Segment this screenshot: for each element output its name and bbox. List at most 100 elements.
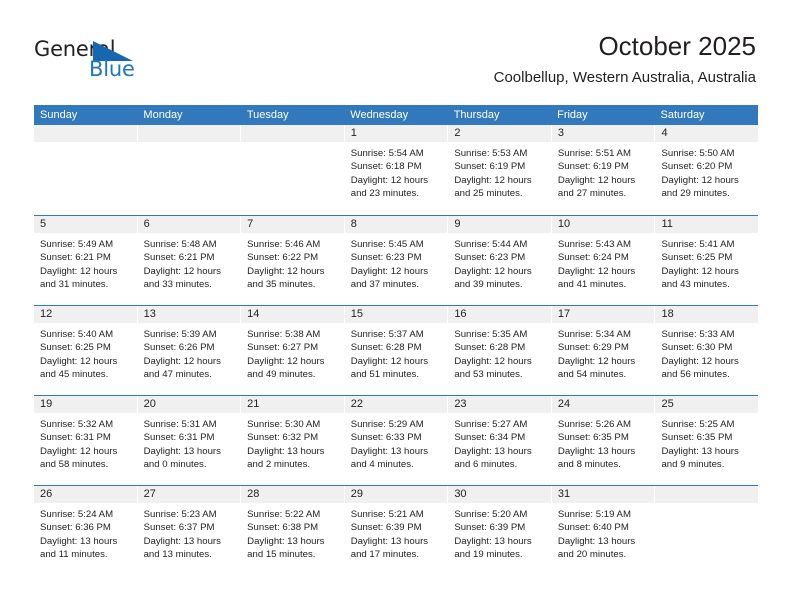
calendar-day-cell[interactable]: 7 Sunrise: 5:46 AM Sunset: 6:22 PM Daylight… bbox=[241, 216, 345, 305]
calendar-day-cell[interactable]: 19 Sunrise: 5:32 AM Sunset: 6:31 PM Dayligh… bbox=[34, 396, 138, 485]
calendar-day-cell[interactable]: 13 Sunrise: 5:39 AM Sunset: 6:26 PM Dayligh… bbox=[137, 306, 242, 395]
sunrise-text: Sunrise: 5:20 AM bbox=[454, 509, 528, 520]
day-number: 23 bbox=[448, 396, 551, 413]
sunset-text: Sunset: 6:39 PM bbox=[350, 522, 422, 534]
calendar-day-cell[interactable]: 16 Sunrise: 5:35 AM Sunset: 6:28 PM Dayligh… bbox=[448, 306, 552, 395]
day-number: 31 bbox=[551, 486, 655, 503]
daylight-text-line1: Daylight: 13 hours bbox=[247, 535, 325, 547]
weekday-header-thursday: Thursday bbox=[453, 109, 500, 121]
day-sun-info: Sunrise: 5:21 AM Sunset: 6:39 PM Daylight:… bbox=[345, 503, 448, 562]
calendar-day-cell[interactable]: 25 Sunrise: 5:25 AM Sunset: 6:35 PM Dayligh… bbox=[655, 396, 759, 485]
sunset-text: Sunset: 6:20 PM bbox=[661, 161, 733, 173]
sunset-text: Sunset: 6:33 PM bbox=[350, 432, 422, 444]
sunset-text: Sunset: 6:38 PM bbox=[247, 522, 319, 534]
calendar-day-cell[interactable]: 3 Sunrise: 5:51 AM Sunset: 6:19 PM Daylight… bbox=[551, 125, 656, 215]
calendar-day-cell[interactable]: 2 Sunrise: 5:53 AM Sunset: 6:19 PM Daylight… bbox=[448, 125, 552, 215]
calendar-day-cell[interactable]: 31 Sunrise: 5:19 AM Sunset: 6:40 PM Dayligh… bbox=[551, 486, 656, 575]
daylight-text-line2: and 20 minutes. bbox=[557, 549, 627, 561]
day-number: 17 bbox=[551, 306, 655, 323]
day-number: 20 bbox=[137, 396, 241, 413]
sunrise-text: Sunrise: 5:40 AM bbox=[40, 329, 114, 340]
calendar-day-cell[interactable]: 24 Sunrise: 5:26 AM Sunset: 6:35 PM Dayligh… bbox=[551, 396, 656, 485]
calendar-day-cell[interactable]: 23 Sunrise: 5:27 AM Sunset: 6:34 PM Dayligh… bbox=[448, 396, 552, 485]
daylight-text-line1: Daylight: 12 hours bbox=[557, 265, 636, 277]
sunrise-text: Sunrise: 5:30 AM bbox=[247, 419, 321, 430]
logo-text-blue: Blue bbox=[89, 57, 135, 81]
daylight-text-line2: and 49 minutes. bbox=[247, 369, 316, 381]
sunrise-text: Sunrise: 5:29 AM bbox=[350, 419, 424, 430]
day-number bbox=[34, 125, 137, 142]
title-block: October 2025 Coolbellup, Western Austral… bbox=[494, 30, 756, 88]
calendar-day-cell[interactable]: 29 Sunrise: 5:21 AM Sunset: 6:39 PM Dayligh… bbox=[344, 486, 449, 575]
calendar-day-cell-empty bbox=[241, 125, 345, 215]
calendar-day-cell[interactable]: 17 Sunrise: 5:34 AM Sunset: 6:29 PM Dayligh… bbox=[551, 306, 656, 395]
sunset-text: Sunset: 6:26 PM bbox=[143, 342, 215, 354]
calendar-day-cell[interactable]: 21 Sunrise: 5:30 AM Sunset: 6:32 PM Dayligh… bbox=[241, 396, 345, 485]
sunset-text: Sunset: 6:28 PM bbox=[350, 342, 422, 354]
calendar-day-cell[interactable]: 15 Sunrise: 5:37 AM Sunset: 6:28 PM Dayligh… bbox=[344, 306, 449, 395]
sunrise-text: Sunrise: 5:26 AM bbox=[557, 419, 631, 430]
sunrise-text: Sunrise: 5:49 AM bbox=[40, 239, 114, 250]
calendar-day-cell[interactable]: 12 Sunrise: 5:40 AM Sunset: 6:25 PM Dayligh… bbox=[34, 306, 138, 395]
calendar-day-cell[interactable]: 14 Sunrise: 5:38 AM Sunset: 6:27 PM Dayligh… bbox=[241, 306, 345, 395]
daylight-text-line2: and 9 minutes. bbox=[661, 459, 725, 471]
calendar-day-cell[interactable]: 1 Sunrise: 5:54 AM Sunset: 6:18 PM Daylight… bbox=[344, 125, 449, 215]
sunrise-text: Sunrise: 5:32 AM bbox=[40, 419, 114, 430]
calendar-day-cell[interactable]: 18 Sunrise: 5:33 AM Sunset: 6:30 PM Dayligh… bbox=[655, 306, 759, 395]
daylight-text-line2: and 8 minutes. bbox=[557, 459, 621, 471]
sunrise-text: Sunrise: 5:33 AM bbox=[661, 329, 735, 340]
day-number: 21 bbox=[241, 396, 344, 413]
daylight-text-line2: and 13 minutes. bbox=[143, 549, 212, 561]
calendar-day-cell[interactable]: 11 Sunrise: 5:41 AM Sunset: 6:25 PM Dayligh… bbox=[655, 216, 759, 305]
sunrise-text: Sunrise: 5:31 AM bbox=[143, 419, 217, 430]
day-sun-info: Sunrise: 5:33 AM Sunset: 6:30 PM Daylight:… bbox=[655, 323, 758, 382]
calendar-day-cell[interactable]: 22 Sunrise: 5:29 AM Sunset: 6:33 PM Dayligh… bbox=[344, 396, 449, 485]
daylight-text-line1: Daylight: 12 hours bbox=[40, 265, 118, 277]
daylight-text-line2: and 35 minutes. bbox=[247, 279, 316, 291]
day-sun-info: Sunrise: 5:45 AM Sunset: 6:23 PM Daylight:… bbox=[345, 233, 448, 292]
sunset-text: Sunset: 6:29 PM bbox=[557, 342, 629, 354]
daylight-text-line1: Daylight: 12 hours bbox=[661, 265, 739, 277]
calendar-day-cell-empty bbox=[655, 486, 759, 575]
calendar-day-cell[interactable]: 8 Sunrise: 5:45 AM Sunset: 6:23 PM Daylight… bbox=[344, 216, 449, 305]
day-number: 2 bbox=[448, 125, 551, 142]
sunset-text: Sunset: 6:19 PM bbox=[454, 161, 526, 173]
calendar-week-row: 26 Sunrise: 5:24 AM Sunset: 6:36 PM Dayligh… bbox=[34, 485, 759, 575]
calendar-week-row: 19 Sunrise: 5:32 AM Sunset: 6:31 PM Dayligh… bbox=[34, 395, 759, 485]
sunset-text: Sunset: 6:36 PM bbox=[40, 522, 111, 534]
day-number: 4 bbox=[655, 125, 759, 142]
calendar-day-cell[interactable]: 26 Sunrise: 5:24 AM Sunset: 6:36 PM Dayligh… bbox=[34, 486, 138, 575]
daylight-text-line1: Daylight: 13 hours bbox=[350, 535, 429, 547]
day-number: 24 bbox=[551, 396, 655, 413]
calendar-day-cell[interactable]: 5 Sunrise: 5:49 AM Sunset: 6:21 PM Daylight… bbox=[34, 216, 138, 305]
sunset-text: Sunset: 6:39 PM bbox=[454, 522, 526, 534]
daylight-text-line1: Daylight: 12 hours bbox=[247, 265, 325, 277]
calendar-day-cell[interactable]: 20 Sunrise: 5:31 AM Sunset: 6:31 PM Dayligh… bbox=[137, 396, 242, 485]
sunset-text: Sunset: 6:22 PM bbox=[247, 252, 319, 264]
calendar-day-cell[interactable]: 30 Sunrise: 5:20 AM Sunset: 6:39 PM Dayligh… bbox=[448, 486, 552, 575]
sunrise-text: Sunrise: 5:54 AM bbox=[350, 148, 424, 159]
sunset-text: Sunset: 6:32 PM bbox=[247, 432, 319, 444]
calendar-day-cell[interactable]: 4 Sunrise: 5:50 AM Sunset: 6:20 PM Daylight… bbox=[655, 125, 759, 215]
daylight-text-line2: and 25 minutes. bbox=[454, 188, 523, 200]
calendar-day-cell[interactable]: 28 Sunrise: 5:22 AM Sunset: 6:38 PM Dayligh… bbox=[241, 486, 345, 575]
calendar-day-cell[interactable]: 6 Sunrise: 5:48 AM Sunset: 6:21 PM Daylight… bbox=[137, 216, 242, 305]
day-number: 1 bbox=[344, 125, 448, 142]
day-number bbox=[655, 486, 759, 503]
daylight-text-line1: Daylight: 12 hours bbox=[454, 265, 532, 277]
day-number: 7 bbox=[241, 216, 344, 233]
day-sun-info: Sunrise: 5:48 AM Sunset: 6:21 PM Daylight:… bbox=[138, 233, 241, 292]
calendar-day-cell[interactable]: 10 Sunrise: 5:43 AM Sunset: 6:24 PM Dayligh… bbox=[551, 216, 656, 305]
calendar-day-cell[interactable]: 27 Sunrise: 5:23 AM Sunset: 6:37 PM Dayligh… bbox=[137, 486, 242, 575]
calendar-day-cell[interactable]: 9 Sunrise: 5:44 AM Sunset: 6:23 PM Daylight… bbox=[448, 216, 552, 305]
sunrise-text: Sunrise: 5:21 AM bbox=[350, 509, 424, 520]
sunset-text: Sunset: 6:31 PM bbox=[40, 432, 111, 444]
sunrise-text: Sunrise: 5:50 AM bbox=[661, 148, 735, 159]
daylight-text-line1: Daylight: 13 hours bbox=[143, 535, 221, 547]
daylight-text-line1: Daylight: 12 hours bbox=[350, 355, 429, 367]
day-number: 8 bbox=[344, 216, 448, 233]
daylight-text-line1: Daylight: 12 hours bbox=[143, 265, 221, 277]
day-sun-info: Sunrise: 5:43 AM Sunset: 6:24 PM Daylight:… bbox=[552, 233, 655, 292]
sunset-text: Sunset: 6:37 PM bbox=[143, 522, 215, 534]
daylight-text-line1: Daylight: 12 hours bbox=[454, 174, 532, 186]
